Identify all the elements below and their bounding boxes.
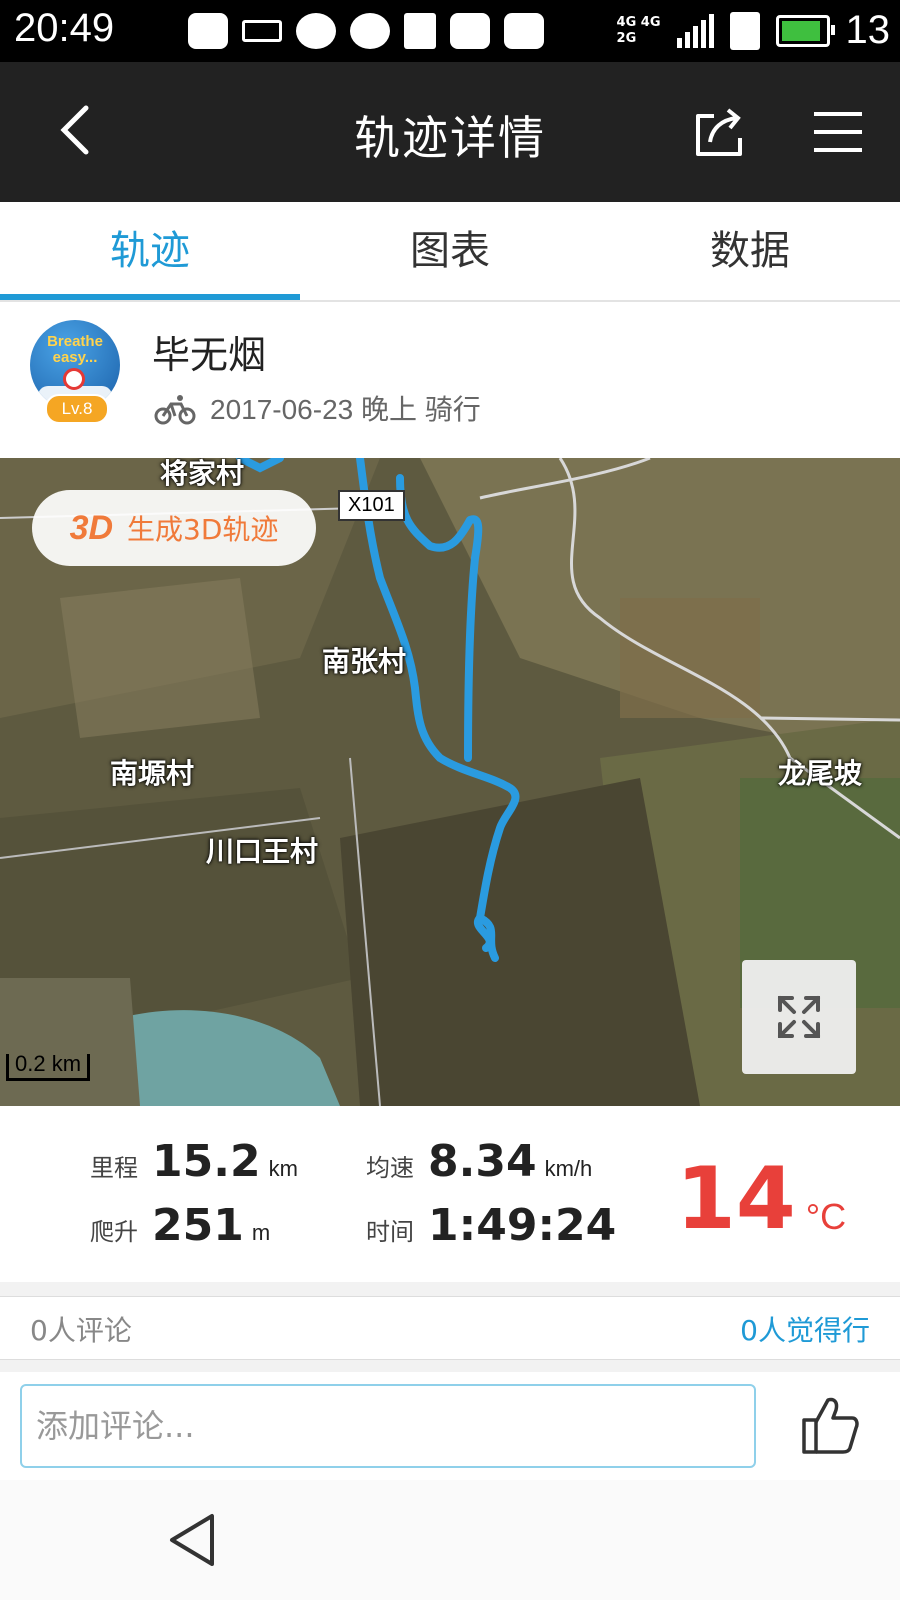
notification-icons [188, 10, 544, 52]
generate-3d-label: 生成3D轨迹 [127, 513, 279, 546]
user-name: 毕无烟 [152, 333, 267, 377]
generate-3d-button[interactable]: 3D 生成3D轨迹 [32, 490, 316, 566]
stat-speed: 均速 8.34 km/h [366, 1136, 592, 1187]
status-time: 20:49 [14, 6, 115, 50]
time-label: 时间 [366, 1218, 414, 1246]
avatar-text: Breathe easy... [30, 334, 120, 366]
comment-summary: 0人评论 0人觉得行 [0, 1296, 900, 1360]
page-title: 轨迹详情 [354, 111, 546, 165]
fullscreen-button[interactable] [742, 960, 856, 1074]
tab-data[interactable]: 数据 [600, 202, 900, 300]
network-bottom: 2G [616, 30, 637, 46]
tab-track[interactable]: 轨迹 [0, 202, 300, 300]
comment-input[interactable] [20, 1384, 756, 1468]
tab-chart[interactable]: 图表 [300, 202, 600, 300]
network-top: 4G 4G [616, 14, 661, 30]
tab-indicator [0, 294, 300, 300]
map-label-nanyuan: 南塬村 [110, 757, 195, 790]
stats-panel: 里程 15.2 km 均速 8.34 km/h 爬升 251 m 时间 1:49… [0, 1106, 900, 1282]
map-scale: 0.2 km [6, 1053, 91, 1081]
battery-icon [775, 14, 835, 47]
map-label-longwei: 龙尾坡 [778, 757, 863, 790]
news-icon [404, 13, 436, 49]
avatar-text-line2: easy... [52, 349, 98, 366]
system-nav-bar [0, 1480, 900, 1600]
title-bar: 轨迹详情 [0, 62, 900, 202]
climb-label: 爬升 [90, 1218, 138, 1246]
battery-level: 13 [845, 8, 891, 52]
speed-unit: km/h [544, 1156, 593, 1181]
map-label-jiangjia: 将家村 [160, 458, 245, 490]
user-info: Breathe easy... Lv.8 毕无烟 2017-06-23 晚上 骑… [0, 302, 900, 458]
bicycle-icon [154, 395, 196, 425]
sms-icon [504, 13, 544, 49]
speed-value: 8.34 [428, 1136, 537, 1187]
stat-time: 时间 1:49:24 [366, 1200, 616, 1251]
status-right: 4G 4G 2G 13 [617, 8, 890, 53]
3d-icon: 3D [69, 508, 114, 547]
usb-icon [242, 20, 282, 42]
distance-value: 15.2 [152, 1136, 261, 1187]
signal-icon [676, 13, 714, 48]
comment-count[interactable]: 0人评论 [30, 1309, 132, 1349]
map-label-chuankou: 川口王村 [206, 835, 319, 868]
climb-value: 251 [152, 1200, 244, 1251]
map-view[interactable]: 将家村 X101 南张村 南塬村 川口王村 龙尾坡 3D 生成3D轨迹 0.2 … [0, 458, 900, 1106]
temperature-unit: °C [805, 1196, 847, 1237]
distance-label: 里程 [90, 1154, 138, 1182]
wechat-icon [350, 13, 390, 49]
tab-bar: 轨迹 图表 数据 [0, 202, 900, 302]
stat-climb: 爬升 251 m [90, 1200, 270, 1251]
map-label-nanzhang: 南张村 [322, 645, 407, 678]
distance-unit: km [268, 1156, 298, 1181]
network-type: 4G 4G 2G [617, 15, 661, 47]
blocked-message-icon [450, 13, 490, 49]
sim-icon [729, 11, 760, 50]
nav-back-icon[interactable] [164, 1510, 224, 1570]
menu-icon[interactable] [812, 110, 864, 154]
level-badge: Lv.8 [45, 394, 109, 424]
speed-label: 均速 [366, 1154, 414, 1182]
like-count[interactable]: 0人觉得行 [740, 1309, 870, 1349]
time-value: 1:49:24 [428, 1200, 617, 1251]
comment-input-row [0, 1372, 900, 1480]
temperature: 14 °C [676, 1156, 846, 1242]
temperature-value: 14 [676, 1149, 796, 1249]
weibo-icon [296, 13, 336, 49]
climb-unit: m [251, 1220, 271, 1245]
thumbs-up-icon[interactable] [800, 1394, 860, 1456]
avatar-text-line1: Breathe [47, 333, 103, 350]
road-sign: X101 [338, 490, 405, 521]
stat-distance: 里程 15.2 km [90, 1136, 298, 1187]
expand-icon [778, 996, 820, 1038]
chat-bubble-icon [188, 13, 228, 49]
no-smoking-icon [63, 368, 85, 390]
share-icon[interactable] [692, 106, 748, 160]
status-bar: 20:49 4G 4G 2G 13 [0, 0, 900, 62]
activity-meta: 2017-06-23 晚上 骑行 [210, 394, 481, 425]
